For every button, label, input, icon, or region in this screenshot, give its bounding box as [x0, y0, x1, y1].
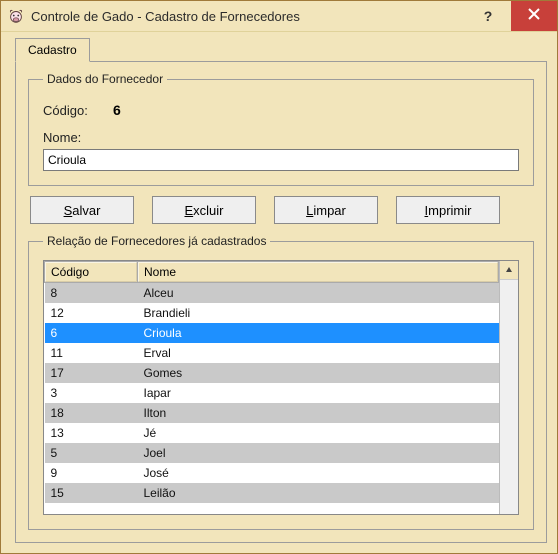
cell-codigo: 11	[45, 343, 138, 363]
table-scrollbar[interactable]	[499, 261, 518, 514]
close-button[interactable]	[511, 1, 557, 31]
tab-cadastro[interactable]: Cadastro	[15, 38, 90, 62]
label-codigo: Código:	[43, 103, 113, 118]
scroll-up-icon[interactable]	[500, 261, 518, 280]
cell-nome: Erval	[138, 343, 499, 363]
cell-codigo: 3	[45, 383, 138, 403]
app-window: Controle de Gado - Cadastro de Fornecedo…	[0, 0, 558, 554]
table-row[interactable]: 9José	[45, 463, 499, 483]
table-viewport: Código Nome 8Alceu12Brandieli6Crioula11E…	[44, 261, 499, 514]
tabstrip: Cadastro	[15, 38, 547, 62]
table-row[interactable]: 6Crioula	[45, 323, 499, 343]
nome-input[interactable]	[43, 149, 519, 171]
cell-nome: Gomes	[138, 363, 499, 383]
table-row[interactable]: 12Brandieli	[45, 303, 499, 323]
cell-nome: Leilão	[138, 483, 499, 503]
table-container: Código Nome 8Alceu12Brandieli6Crioula11E…	[43, 260, 519, 515]
cell-codigo: 13	[45, 423, 138, 443]
fornecedores-table[interactable]: Código Nome 8Alceu12Brandieli6Crioula11E…	[44, 261, 499, 503]
button-bar: Salvar Excluir Limpar Imprimir	[28, 194, 534, 226]
table-row[interactable]: 3Iapar	[45, 383, 499, 403]
group-lista-fornecedores: Relação de Fornecedores já cadastrados C…	[28, 234, 534, 530]
cell-nome: Iapar	[138, 383, 499, 403]
cell-nome: José	[138, 463, 499, 483]
cell-codigo: 17	[45, 363, 138, 383]
cell-nome: Brandieli	[138, 303, 499, 323]
value-codigo: 6	[113, 102, 121, 118]
table-header-row: Código Nome	[45, 262, 499, 283]
cell-nome: Ilton	[138, 403, 499, 423]
window-title: Controle de Gado - Cadastro de Fornecedo…	[31, 9, 465, 24]
col-header-nome[interactable]: Nome	[138, 262, 499, 283]
cell-codigo: 18	[45, 403, 138, 423]
group-dados-fornecedor: Dados do Fornecedor Código: 6 Nome:	[28, 72, 534, 186]
col-header-codigo[interactable]: Código	[45, 262, 138, 283]
table-row[interactable]: 15Leilão	[45, 483, 499, 503]
row-nome-label: Nome:	[43, 130, 519, 145]
cell-nome: Joel	[138, 443, 499, 463]
cell-codigo: 5	[45, 443, 138, 463]
titlebar: Controle de Gado - Cadastro de Fornecedo…	[1, 1, 557, 32]
cell-codigo: 6	[45, 323, 138, 343]
tab-panel-cadastro: Dados do Fornecedor Código: 6 Nome: Salv…	[15, 61, 547, 543]
table-row[interactable]: 5Joel	[45, 443, 499, 463]
table-row[interactable]: 18Ilton	[45, 403, 499, 423]
cell-codigo: 15	[45, 483, 138, 503]
group-legend-lista: Relação de Fornecedores já cadastrados	[43, 234, 270, 248]
help-button[interactable]: ?	[465, 1, 511, 31]
imprimir-button[interactable]: Imprimir	[396, 196, 500, 224]
cell-nome: Crioula	[138, 323, 499, 343]
cell-codigo: 9	[45, 463, 138, 483]
limpar-button[interactable]: Limpar	[274, 196, 378, 224]
table-row[interactable]: 13Jé	[45, 423, 499, 443]
close-icon	[528, 7, 540, 25]
row-codigo: Código: 6	[43, 102, 519, 118]
window-controls: ?	[465, 1, 557, 31]
salvar-button[interactable]: Salvar	[30, 196, 134, 224]
group-legend-dados: Dados do Fornecedor	[43, 72, 167, 86]
cell-nome: Alceu	[138, 283, 499, 304]
table-row[interactable]: 17Gomes	[45, 363, 499, 383]
cow-icon	[7, 7, 25, 25]
label-nome: Nome:	[43, 130, 113, 145]
client-area: Cadastro Dados do Fornecedor Código: 6 N…	[1, 32, 557, 553]
table-row[interactable]: 11Erval	[45, 343, 499, 363]
cell-codigo: 12	[45, 303, 138, 323]
table-row[interactable]: 8Alceu	[45, 283, 499, 304]
cell-codigo: 8	[45, 283, 138, 304]
cell-nome: Jé	[138, 423, 499, 443]
excluir-button[interactable]: Excluir	[152, 196, 256, 224]
